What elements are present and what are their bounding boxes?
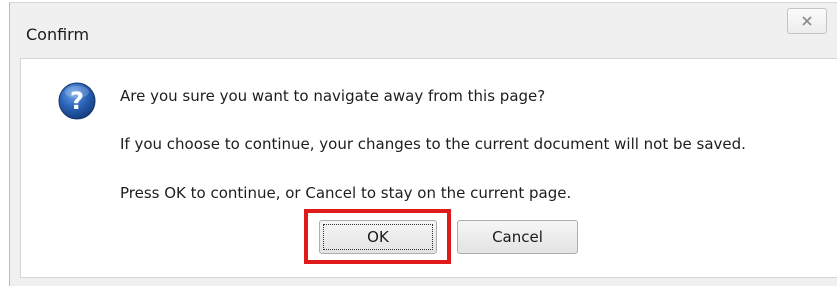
close-icon [802, 16, 812, 26]
confirm-dialog: Confirm ? Are you sure you want to navig… [9, 2, 837, 286]
message-line-1: Are you sure you want to navigate away f… [120, 87, 546, 105]
ok-button-label: OK [323, 224, 433, 250]
svg-text:?: ? [70, 87, 84, 115]
message-line-3: Press OK to continue, or Cancel to stay … [120, 184, 572, 202]
dialog-body: ? Are you sure you want to navigate away… [20, 58, 837, 278]
dialog-title: Confirm [26, 25, 90, 44]
cancel-button[interactable]: Cancel [457, 220, 578, 254]
question-icon: ? [58, 82, 96, 120]
message-line-2: If you choose to continue, your changes … [120, 135, 746, 153]
ok-button[interactable]: OK [319, 220, 437, 254]
close-button[interactable] [787, 8, 827, 34]
